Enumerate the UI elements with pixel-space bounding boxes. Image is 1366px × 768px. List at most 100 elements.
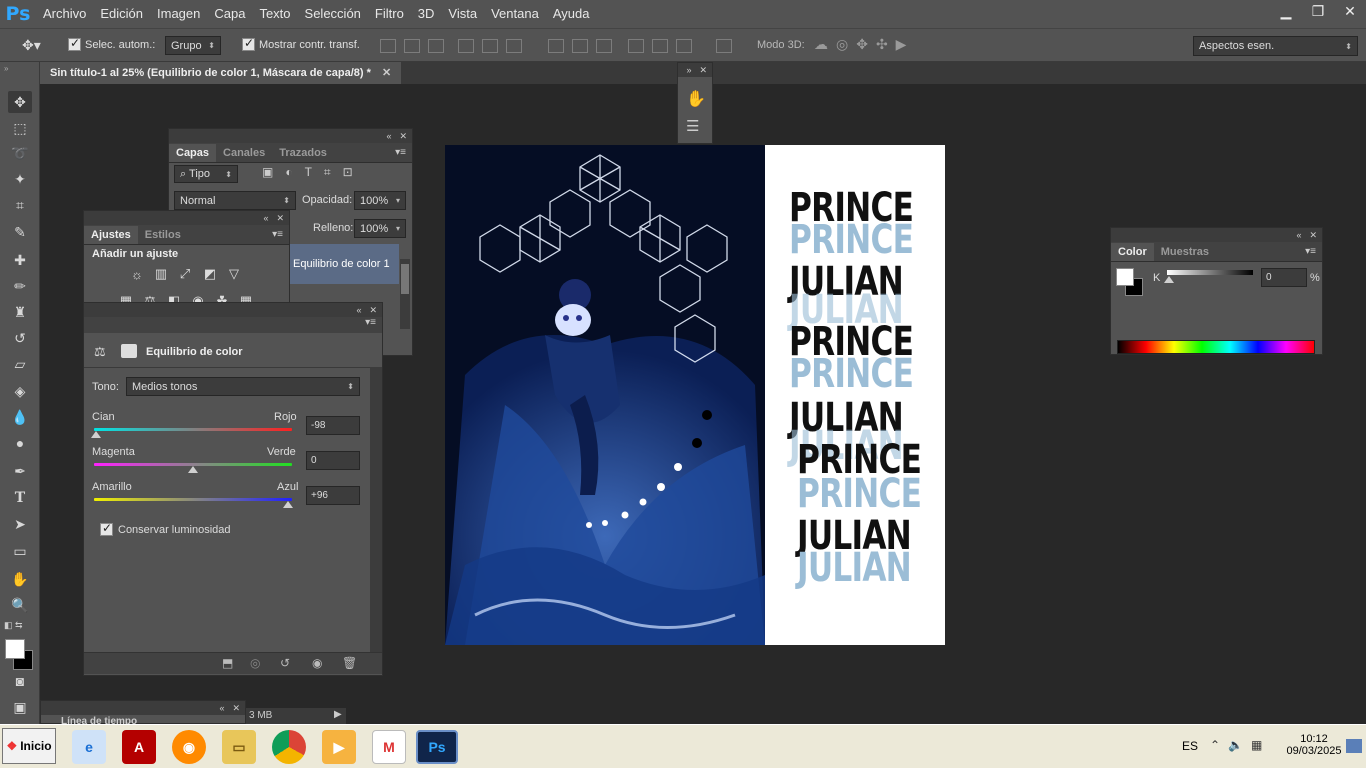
tab-ajustes[interactable]: Ajustes (84, 226, 138, 244)
close-icon[interactable]: ✕ (382, 67, 391, 79)
lasso-tool-icon[interactable]: ➰ (8, 142, 32, 164)
menu-filtro[interactable]: Filtro (368, 0, 411, 28)
hand-tool-icon[interactable]: ✋ (8, 568, 32, 590)
tray-icons[interactable]: ⌃🔈▦ (1210, 738, 1270, 752)
collapse-icon[interactable]: » (686, 65, 691, 75)
curves-icon[interactable]: ⤢ (176, 266, 194, 281)
menu-3d[interactable]: 3D (411, 0, 442, 28)
cyan-red-value[interactable]: -98 (306, 416, 360, 435)
cyan-red-thumb[interactable] (90, 431, 101, 438)
zoom-tool-icon[interactable]: 🔍 (8, 594, 32, 616)
chrome-icon[interactable] (272, 730, 306, 764)
distribute-left-icon[interactable] (628, 39, 644, 53)
clip-icon[interactable]: ⬒ (222, 656, 233, 670)
path-select-tool-icon[interactable]: ➤ (8, 513, 32, 535)
distribute-top-icon[interactable] (548, 39, 564, 53)
fill-input[interactable]: 100% ▾ (354, 219, 406, 238)
default-colors-icon[interactable]: ◧ ⇆ (4, 620, 23, 631)
collapse-icon[interactable]: « (356, 305, 361, 315)
checkbox-icon[interactable] (242, 36, 255, 51)
properties-scrollbar[interactable] (370, 367, 382, 652)
align-vcenter-icon[interactable] (404, 39, 420, 53)
blend-mode-select[interactable]: Normal ⬍ (174, 191, 296, 210)
show-transform-checkbox[interactable]: Mostrar contr. transf. (242, 36, 360, 51)
foreground-color-swatch[interactable] (5, 639, 25, 659)
close-icon[interactable]: ✕ (1309, 230, 1317, 241)
document-app-icon[interactable]: M (372, 730, 406, 764)
menu-imagen[interactable]: Imagen (150, 0, 207, 28)
align-hcenter-icon[interactable] (482, 39, 498, 53)
align-right-icon[interactable] (506, 39, 522, 53)
eraser-tool-icon[interactable]: ▱ (8, 353, 32, 375)
workspace-select[interactable]: Aspectos esen. ⬍ (1193, 36, 1358, 56)
collapse-icon[interactable]: » (4, 64, 8, 73)
close-icon[interactable]: ✕ (232, 703, 240, 714)
sliders-icon[interactable]: ☰ (686, 117, 699, 135)
auto-align-icon[interactable] (716, 39, 732, 53)
crop-tool-icon[interactable]: ⌗ (8, 194, 32, 216)
close-icon[interactable]: ✕ (276, 213, 284, 224)
type-tool-icon[interactable]: T (8, 487, 32, 509)
preserve-luminosity-checkbox[interactable]: Conservar luminosidad (100, 521, 231, 536)
move-tool-icon[interactable]: ✥ (8, 91, 32, 113)
panel-menu-icon[interactable]: ▾≡ (84, 317, 382, 333)
menu-edicion[interactable]: Edición (93, 0, 150, 28)
view-previous-icon[interactable]: ◎ (250, 656, 260, 670)
k-value[interactable]: 0 (1261, 268, 1307, 287)
restore-icon[interactable]: ❐ (1302, 0, 1334, 22)
close-icon[interactable]: ✕ (369, 305, 377, 316)
tab-estilos[interactable]: Estilos (138, 226, 188, 244)
cyan-red-slider[interactable] (94, 428, 292, 431)
distribute-bottom-icon[interactable] (596, 39, 612, 53)
menu-capa[interactable]: Capa (207, 0, 252, 28)
k-slider[interactable] (1167, 270, 1253, 275)
tab-color[interactable]: Color (1111, 243, 1154, 261)
exposure-icon[interactable]: ◩ (201, 266, 219, 281)
collapse-icon[interactable]: « (386, 131, 391, 141)
stamp-tool-icon[interactable]: ♜ (8, 301, 32, 323)
close-icon[interactable]: ✕ (1334, 0, 1366, 22)
tone-select[interactable]: Medios tonos ⬍ (126, 377, 360, 396)
visibility-icon[interactable]: ◉ (312, 656, 322, 670)
menu-vista[interactable]: Vista (441, 0, 484, 28)
play-icon[interactable]: ▶ (334, 709, 342, 720)
panel-menu-icon[interactable]: ▾≡ (1299, 242, 1322, 261)
media-player-icon[interactable]: ▶ (322, 730, 356, 764)
close-icon[interactable]: ✕ (699, 65, 707, 76)
opacity-input[interactable]: 100% ▾ (354, 191, 406, 210)
close-icon[interactable]: ✕ (399, 131, 407, 142)
levels-icon[interactable]: ▥ (152, 266, 170, 281)
document-tab[interactable]: Sin título-1 al 25% (Equilibrio de color… (40, 62, 402, 84)
align-top-icon[interactable] (380, 39, 396, 53)
reset-icon[interactable]: ↺ (280, 656, 290, 670)
panel-menu-icon[interactable]: ▾≡ (266, 225, 289, 244)
healing-tool-icon[interactable]: ✚ (8, 249, 32, 271)
distribute-right-icon[interactable] (676, 39, 692, 53)
brush-tool-icon[interactable]: ✏ (8, 275, 32, 297)
vibrance-icon[interactable]: ▽ (225, 266, 243, 281)
tab-trazados[interactable]: Trazados (272, 144, 334, 162)
layer-row[interactable]: Equilibrio de color 1 (279, 244, 399, 284)
acrobat-icon[interactable]: A (122, 730, 156, 764)
menu-archivo[interactable]: Archivo (36, 0, 93, 28)
filter-icons[interactable]: ▣◐T⌗⊡ (262, 165, 365, 180)
distribute-hcenter-icon[interactable] (652, 39, 668, 53)
photoshop-task-icon[interactable]: Ps (416, 730, 458, 764)
distribute-vcenter-icon[interactable] (572, 39, 588, 53)
bucket-tool-icon[interactable]: ◈ (8, 380, 32, 402)
collapse-icon[interactable]: « (219, 703, 224, 713)
yellow-blue-value[interactable]: +96 (306, 486, 360, 505)
filter-type-select[interactable]: ⌕ Tipo ⬍ (174, 165, 238, 183)
yellow-blue-thumb[interactable] (283, 501, 294, 508)
ie-icon[interactable]: e (72, 730, 106, 764)
tab-capas[interactable]: Capas (169, 144, 217, 162)
k-thumb[interactable] (1164, 276, 1174, 283)
group-select[interactable]: Grupo ⬍ (165, 36, 221, 55)
menu-ayuda[interactable]: Ayuda (546, 0, 597, 28)
show-desktop-icon[interactable] (1346, 739, 1362, 753)
align-bottom-icon[interactable] (428, 39, 444, 53)
tab-muestras[interactable]: Muestras (1154, 243, 1216, 261)
magenta-green-value[interactable]: 0 (306, 451, 360, 470)
pen-tool-icon[interactable]: ✒ (8, 460, 32, 482)
foreground-color-swatch[interactable] (1116, 268, 1134, 286)
